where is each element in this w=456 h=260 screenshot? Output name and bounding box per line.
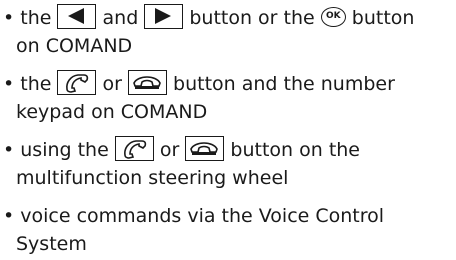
text-segment: or bbox=[153, 139, 186, 161]
right-arrow-icon bbox=[144, 4, 184, 29]
text-segment: • the bbox=[3, 7, 58, 29]
text-segment: • using the bbox=[3, 139, 115, 161]
text-segment: • voice commands via the Voice Control bbox=[3, 205, 385, 227]
list-item-line: • using the or button on the bbox=[3, 136, 360, 164]
text-segment: and bbox=[96, 7, 145, 29]
text-segment: button bbox=[345, 7, 415, 29]
call-accept-icon bbox=[57, 70, 97, 95]
list-item-line: • voice commands via the Voice Control bbox=[3, 202, 384, 230]
text-segment: button or the bbox=[183, 7, 321, 29]
call-end-icon bbox=[185, 136, 225, 161]
text-segment: on COMAND bbox=[16, 35, 133, 57]
text-segment: button and the number bbox=[166, 73, 395, 95]
list-item-line: multifunction steering wheel bbox=[16, 164, 288, 192]
text-segment: button on the bbox=[224, 139, 360, 161]
left-arrow-icon bbox=[57, 4, 97, 29]
text-segment: or bbox=[96, 73, 128, 95]
call-end-icon bbox=[127, 70, 167, 95]
list-item-line: • the and button or the OK button bbox=[3, 4, 414, 32]
bullet-list: • the and button or the OK button on COM… bbox=[0, 0, 456, 260]
text-segment: System bbox=[16, 233, 87, 255]
ok-button-icon: OK bbox=[320, 6, 346, 27]
text-segment: keypad on COMAND bbox=[16, 101, 208, 123]
list-item-line: keypad on COMAND bbox=[16, 98, 207, 126]
list-item-line: • the or button and the number bbox=[3, 70, 395, 98]
text-segment: • the bbox=[3, 73, 58, 95]
list-item-line: on COMAND bbox=[16, 32, 132, 60]
text-segment: multifunction steering wheel bbox=[16, 167, 289, 189]
call-accept-icon bbox=[114, 136, 154, 161]
list-item-line: System bbox=[16, 230, 87, 258]
